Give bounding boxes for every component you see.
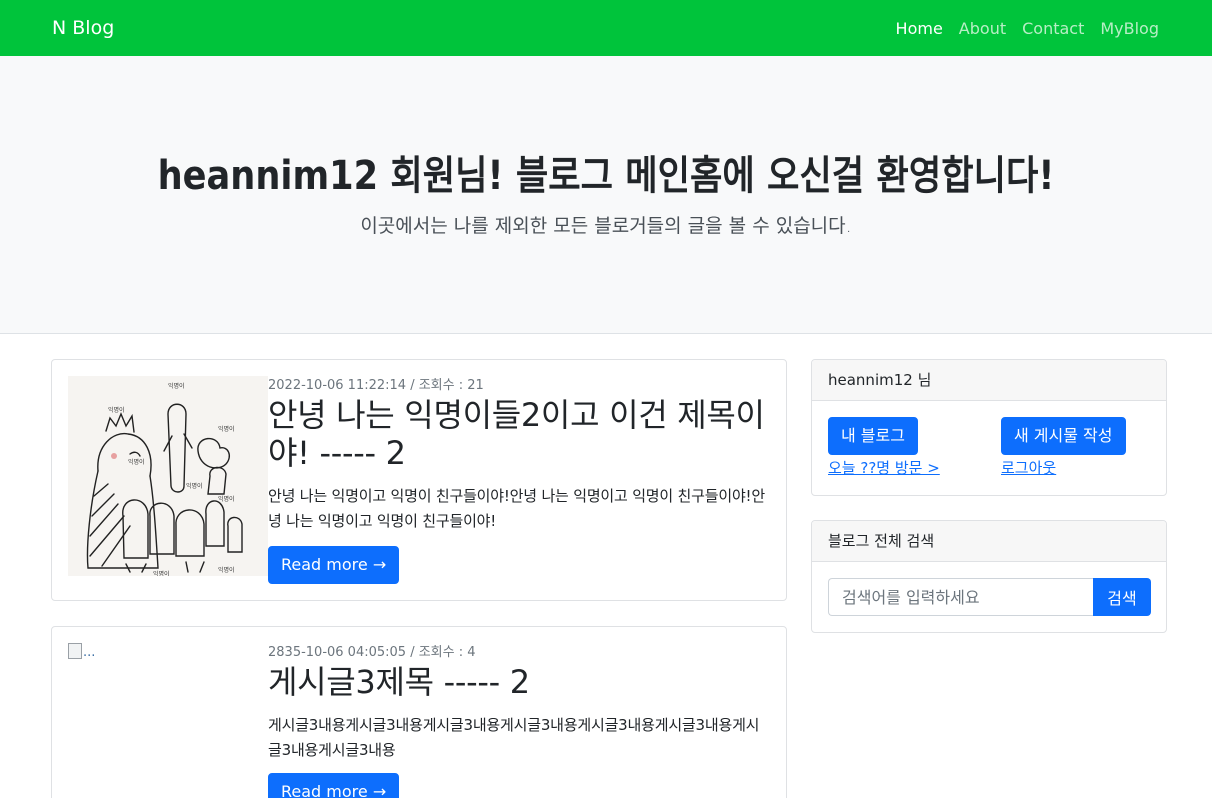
nav-link-contact[interactable]: Contact (1022, 19, 1084, 38)
svg-text:익명이: 익명이 (108, 406, 125, 414)
logout-link[interactable]: 로그아웃 (1001, 457, 1056, 478)
visitor-count-link[interactable]: 오늘 ??명 방문 > (828, 457, 940, 478)
svg-text:익명이: 익명이 (153, 570, 170, 576)
svg-text:익명이: 익명이 (128, 458, 145, 466)
post-meta: 2022-10-06 11:22:14 / 조회수 : 21 (268, 378, 484, 393)
hero-section: heannim12 회원님! 블로그 메인홈에 오신걸 환영합니다! 이곳에서는… (0, 56, 1212, 334)
image-alt-text: ... (83, 645, 96, 660)
brand-logo[interactable]: N Blog (52, 17, 114, 39)
svg-text:익명이: 익명이 (168, 382, 185, 390)
nav-link-myblog[interactable]: MyBlog (1100, 19, 1159, 38)
post-thumbnail[interactable]: 익명이 익명이 익명이 익명이 익명이 익명이 익명이 익명이 (68, 376, 268, 576)
user-card: heannim12 님 내 블로그 새 게시물 작성 오늘 ??명 방문 > 로… (811, 359, 1167, 496)
search-button[interactable]: 검색 (1093, 578, 1151, 616)
doodle-image: 익명이 익명이 익명이 익명이 익명이 익명이 익명이 익명이 (68, 376, 268, 576)
search-card-header: 블로그 전체 검색 (812, 521, 1166, 562)
svg-text:익명이: 익명이 (218, 495, 235, 503)
post-excerpt: 안녕 나는 익명이고 익명이 친구들이야!안녕 나는 익명이고 익명이 친구들이… (268, 487, 765, 530)
post-body: 2022-10-06 11:22:14 / 조회수 : 21 안녕 나는 익명이… (268, 376, 772, 534)
nav-link-home[interactable]: Home (896, 19, 943, 38)
post-card: 익명이 익명이 익명이 익명이 익명이 익명이 익명이 익명이 2022-10-… (51, 359, 787, 601)
broken-image-icon[interactable]: ... (68, 643, 268, 673)
svg-text:익명이: 익명이 (186, 482, 203, 490)
post-excerpt: 게시글3내용게시글3내용게시글3내용게시글3내용게시글3내용게시글3내용게시글3… (268, 716, 760, 759)
nav-links: Home About Contact MyBlog (896, 19, 1159, 38)
post-title[interactable]: 안녕 나는 익명이들2이고 이건 제목이야! ----- 2 (268, 396, 772, 472)
read-more-button[interactable]: Read more → (268, 773, 400, 798)
my-blog-button[interactable]: 내 블로그 (828, 417, 918, 455)
hero-subtitle: 이곳에서는 나를 제외한 모든 블로거들의 글을 볼 수 있습니다. (360, 215, 852, 237)
hero-title: heannim12 회원님! 블로그 메인홈에 오신걸 환영합니다! (157, 153, 1055, 199)
top-navbar: N Blog Home About Contact MyBlog (0, 0, 1212, 56)
post-title[interactable]: 게시글3제목 ----- 2 (268, 663, 772, 701)
svg-text:익명이: 익명이 (218, 566, 235, 574)
svg-text:익명이: 익명이 (218, 425, 235, 433)
post-card: ... 2835-10-06 04:05:05 / 조회수 : 4 게시글3제목… (51, 626, 787, 798)
new-post-button[interactable]: 새 게시물 작성 (1001, 417, 1126, 455)
read-more-button[interactable]: Read more → (268, 546, 400, 584)
search-card: 블로그 전체 검색 검색 (811, 520, 1167, 633)
post-meta: 2835-10-06 04:05:05 / 조회수 : 4 (268, 645, 476, 660)
user-card-header: heannim12 님 (812, 360, 1166, 401)
post-body: 2835-10-06 04:05:05 / 조회수 : 4 게시글3제목 ---… (268, 643, 772, 763)
search-input[interactable] (828, 578, 1093, 616)
nav-link-about[interactable]: About (959, 19, 1006, 38)
